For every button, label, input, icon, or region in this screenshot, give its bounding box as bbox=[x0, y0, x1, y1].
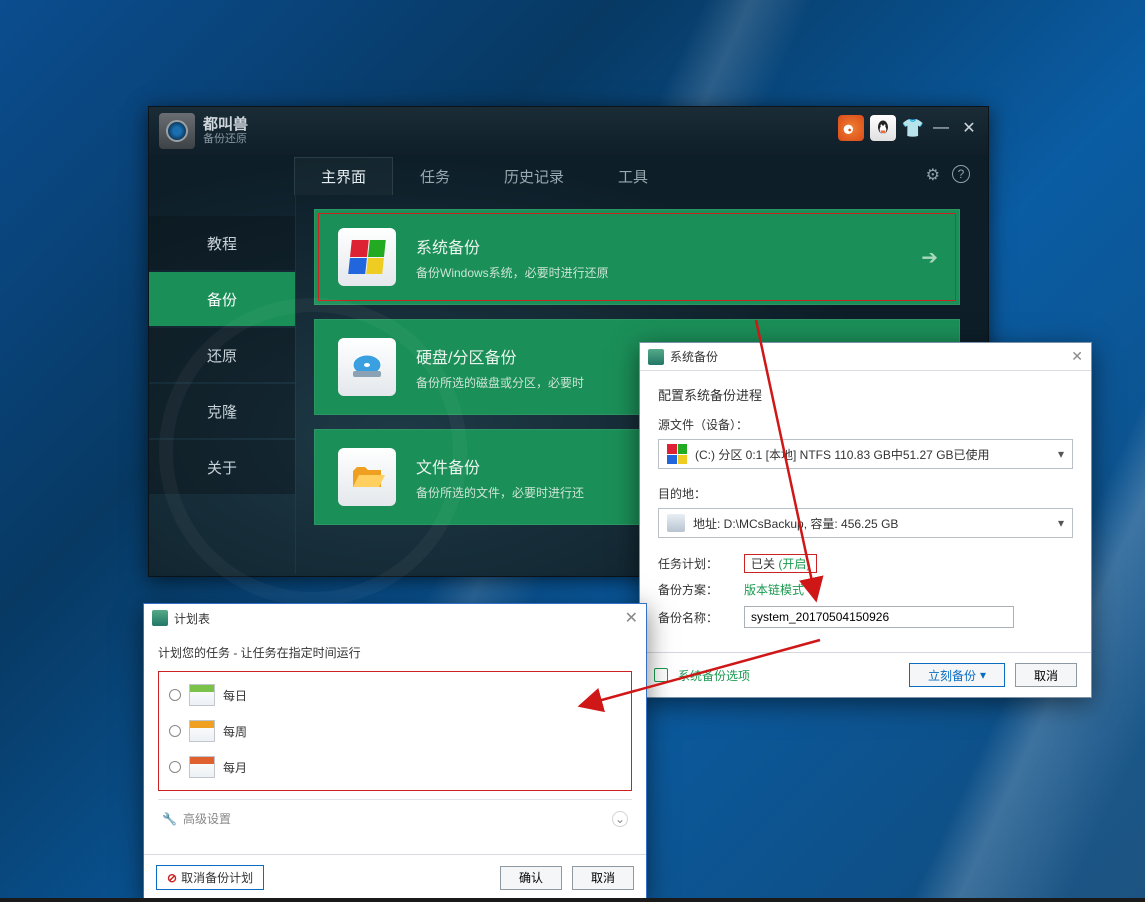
card-title: 系统备份 bbox=[416, 234, 609, 258]
tshirt-icon[interactable]: 👕 bbox=[902, 118, 924, 139]
plan-label: 任务计划： bbox=[658, 555, 744, 572]
titlebar: 都叫兽 备份还原 👕 — ✕ bbox=[149, 107, 988, 155]
qq-icon[interactable] bbox=[870, 115, 896, 141]
card-desc: 备份所选的文件，必要时进行还 bbox=[416, 484, 584, 501]
chevron-down-icon: ▾ bbox=[1058, 516, 1064, 530]
card-system-backup[interactable]: 系统备份 备份Windows系统，必要时进行还原 ➔ bbox=[314, 209, 960, 305]
frequency-group: 每日 每周 每月 bbox=[158, 671, 632, 791]
options-link[interactable]: 系统备份选项 bbox=[678, 667, 750, 684]
tab-tools[interactable]: 工具 bbox=[591, 157, 675, 195]
dialog-title: 系统备份 bbox=[670, 348, 718, 365]
close-icon[interactable]: ✕ bbox=[625, 608, 638, 628]
backup-now-button[interactable]: 立刻备份▾ bbox=[909, 663, 1005, 687]
dest-combobox[interactable]: 地址: D:\MCsBackup, 容量: 456.25 GB ▾ bbox=[658, 508, 1073, 538]
advanced-settings-toggle[interactable]: 🔧 高级设置 ⌄ bbox=[158, 799, 632, 827]
folder-icon bbox=[338, 448, 396, 506]
close-button[interactable]: ✕ bbox=[958, 118, 980, 138]
schedule-footer: ⊘ 取消备份计划 确认 取消 bbox=[144, 854, 646, 900]
cancel-plan-icon: ⊘ bbox=[167, 871, 177, 885]
sidebar-item-tutorial[interactable]: 教程 bbox=[149, 216, 295, 270]
arrow-right-icon: ➔ bbox=[921, 245, 938, 270]
cancel-plan-button[interactable]: ⊘ 取消备份计划 bbox=[156, 865, 264, 890]
dialog-heading: 配置系统备份进程 bbox=[658, 385, 1073, 404]
backup-name-input[interactable] bbox=[744, 606, 1014, 628]
sidebar-item-restore[interactable]: 还原 bbox=[149, 328, 295, 382]
wrench-icon: 🔧 bbox=[162, 812, 177, 826]
calendar-monthly-icon bbox=[189, 756, 215, 778]
tab-main[interactable]: 主界面 bbox=[294, 157, 393, 195]
card-desc: 备份Windows系统，必要时进行还原 bbox=[416, 264, 609, 281]
freq-daily[interactable]: 每日 bbox=[165, 678, 625, 712]
dialog-footer: 系统备份选项 立刻备份▾ 取消 bbox=[640, 652, 1091, 697]
schedule-desc: 计划您的任务 - 让任务在指定时间运行 bbox=[158, 644, 632, 661]
app-logo-block: 都叫兽 备份还原 bbox=[159, 113, 248, 149]
dialog-app-icon bbox=[648, 349, 664, 365]
chevron-down-icon: ▾ bbox=[980, 668, 986, 682]
sidebar-item-backup[interactable]: 备份 bbox=[149, 272, 295, 326]
schedule-titlebar: 计划表 ✕ bbox=[144, 604, 646, 632]
minimize-button[interactable]: — bbox=[930, 119, 952, 137]
radio-icon bbox=[169, 761, 181, 773]
plan-open-link[interactable]: (开启) bbox=[778, 557, 810, 571]
tab-task[interactable]: 任务 bbox=[393, 157, 477, 195]
disk-icon bbox=[338, 338, 396, 396]
source-value: (C:) 分区 0:1 [本地] NTFS 110.83 GB中51.27 GB… bbox=[695, 446, 990, 463]
name-label: 备份名称： bbox=[658, 609, 744, 626]
freq-weekly[interactable]: 每周 bbox=[165, 714, 625, 748]
ok-button[interactable]: 确认 bbox=[500, 866, 562, 890]
cancel-button[interactable]: 取消 bbox=[572, 866, 634, 890]
cancel-plan-label: 取消备份计划 bbox=[181, 869, 253, 886]
source-label: 源文件（设备）： bbox=[658, 416, 1073, 433]
safe-icon bbox=[159, 113, 195, 149]
dialog-app-icon bbox=[152, 610, 168, 626]
help-icon[interactable]: ? bbox=[952, 165, 970, 183]
freq-label: 每日 bbox=[223, 687, 247, 704]
system-backup-dialog: 系统备份 ✕ 配置系统备份进程 源文件（设备）： (C:) 分区 0:1 [本地… bbox=[639, 342, 1092, 698]
windows-flag-icon bbox=[667, 444, 687, 464]
card-title: 文件备份 bbox=[416, 454, 584, 478]
chevron-down-icon: ⌄ bbox=[612, 811, 628, 827]
schedule-title: 计划表 bbox=[174, 610, 210, 627]
scheme-value[interactable]: 版本链模式 bbox=[744, 581, 804, 598]
top-tabs: 主界面 任务 历史记录 工具 bbox=[294, 155, 675, 195]
cancel-button[interactable]: 取消 bbox=[1015, 663, 1077, 687]
chevron-down-icon: ▾ bbox=[1058, 447, 1064, 461]
advanced-label: 高级设置 bbox=[183, 810, 231, 827]
dialog-titlebar: 系统备份 ✕ bbox=[640, 343, 1091, 371]
schedule-dialog: 计划表 ✕ 计划您的任务 - 让任务在指定时间运行 每日 每周 每月 🔧 高 bbox=[143, 603, 647, 901]
drive-icon bbox=[667, 514, 685, 532]
dest-label: 目的地： bbox=[658, 485, 1073, 502]
freq-label: 每月 bbox=[223, 759, 247, 776]
sidebar: 教程 备份 还原 克隆 关于 bbox=[149, 195, 295, 574]
radio-icon bbox=[169, 689, 181, 701]
source-combobox[interactable]: (C:) 分区 0:1 [本地] NTFS 110.83 GB中51.27 GB… bbox=[658, 439, 1073, 469]
calendar-daily-icon bbox=[189, 684, 215, 706]
dest-value: 地址: D:\MCsBackup, 容量: 456.25 GB bbox=[693, 515, 898, 532]
windows-flag-icon bbox=[338, 228, 396, 286]
app-subtitle: 备份还原 bbox=[203, 133, 248, 145]
sidebar-item-about[interactable]: 关于 bbox=[149, 440, 295, 494]
card-title: 硬盘/分区备份 bbox=[416, 344, 584, 368]
plan-off-text: 已关 bbox=[751, 557, 775, 571]
close-icon[interactable]: ✕ bbox=[1071, 348, 1083, 365]
calendar-weekly-icon bbox=[189, 720, 215, 742]
tab-history[interactable]: 历史记录 bbox=[477, 157, 591, 195]
taskbar bbox=[0, 898, 1145, 902]
freq-monthly[interactable]: 每月 bbox=[165, 750, 625, 784]
card-desc: 备份所选的磁盘或分区，必要时 bbox=[416, 374, 584, 391]
radio-icon bbox=[169, 725, 181, 737]
scheme-label: 备份方案： bbox=[658, 581, 744, 598]
app-title: 都叫兽 bbox=[203, 117, 248, 134]
gear-icon[interactable]: ⚙ bbox=[926, 165, 940, 185]
sidebar-item-clone[interactable]: 克隆 bbox=[149, 384, 295, 438]
freq-label: 每周 bbox=[223, 723, 247, 740]
weibo-icon[interactable] bbox=[838, 115, 864, 141]
plan-value-box: 已关 (开启) bbox=[744, 554, 817, 573]
